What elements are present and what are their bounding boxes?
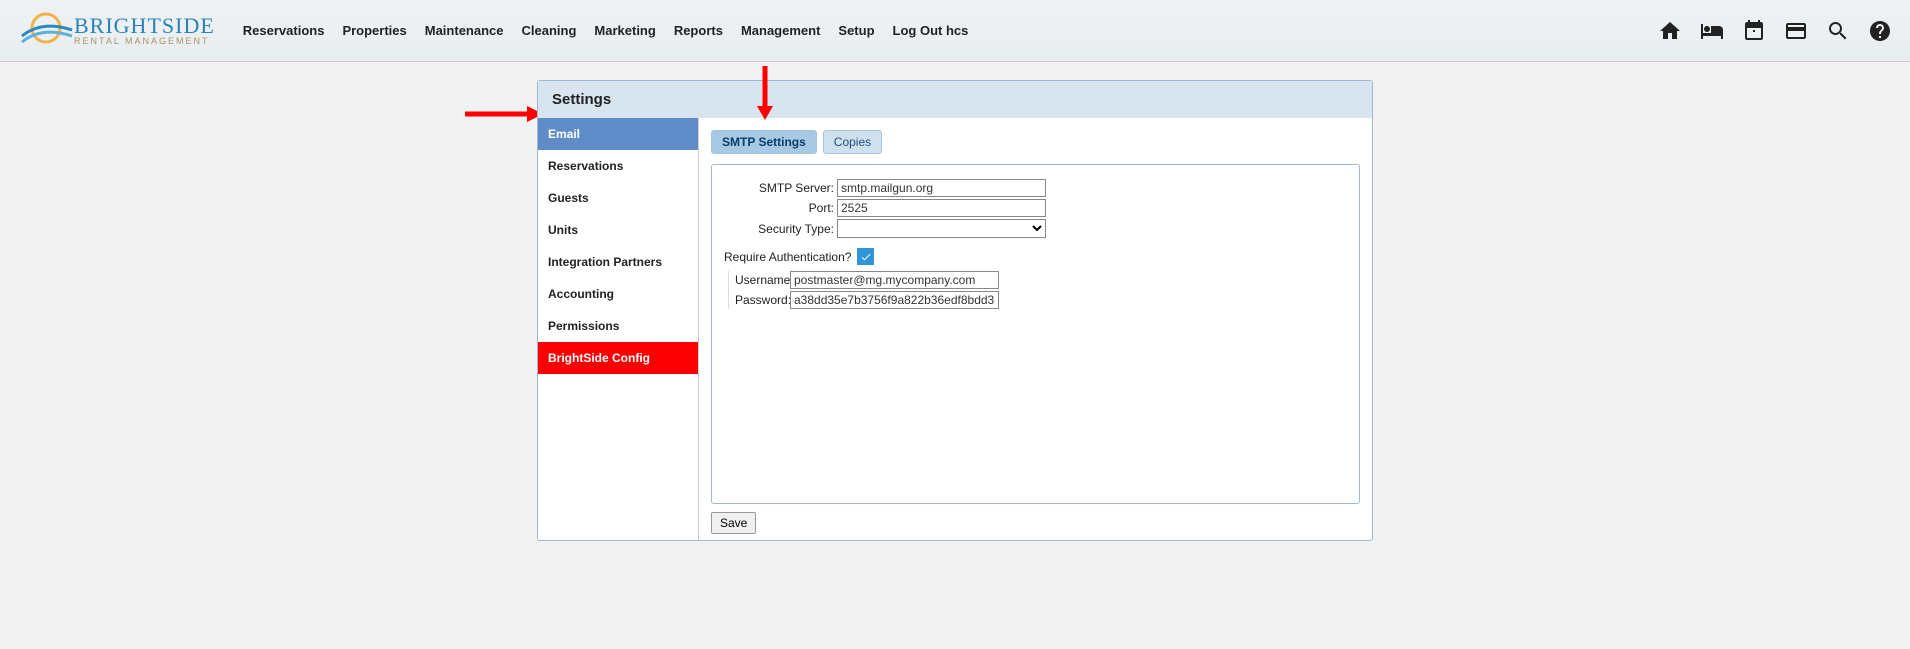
nav-properties[interactable]: Properties <box>342 23 406 38</box>
sidebar-item-permissions[interactable]: Permissions <box>538 310 698 342</box>
main-content: Settings Email Reservations Guests Units… <box>0 62 1910 541</box>
label-require-auth: Require Authentication? <box>724 250 851 264</box>
settings-panel: Settings Email Reservations Guests Units… <box>537 80 1373 541</box>
nav-cleaning[interactable]: Cleaning <box>522 23 577 38</box>
sidebar-item-integration-partners[interactable]: Integration Partners <box>538 246 698 278</box>
panel-title: Settings <box>538 81 1372 118</box>
nav-management[interactable]: Management <box>741 23 820 38</box>
label-username: Username: <box>735 273 790 287</box>
input-port[interactable] <box>837 199 1046 217</box>
tab-row: SMTP Settings Copies <box>711 130 1360 154</box>
label-security-type: Security Type: <box>724 222 837 236</box>
sidebar-item-accounting[interactable]: Accounting <box>538 278 698 310</box>
auth-fields: Username: Password: <box>728 271 1347 309</box>
input-smtp-server[interactable] <box>837 179 1046 197</box>
label-smtp-server: SMTP Server: <box>724 181 837 195</box>
checkbox-require-auth[interactable] <box>857 248 874 265</box>
sidebar-item-guests[interactable]: Guests <box>538 182 698 214</box>
input-username[interactable] <box>790 271 999 289</box>
save-button[interactable]: Save <box>711 512 756 534</box>
help-icon[interactable] <box>1868 19 1892 43</box>
select-security-type[interactable] <box>837 219 1046 238</box>
home-icon[interactable] <box>1658 19 1682 43</box>
logo-main-text: BRIGHTSIDE <box>74 15 215 37</box>
label-password: Password: <box>735 293 790 307</box>
sidebar-item-reservations[interactable]: Reservations <box>538 150 698 182</box>
main-nav: Reservations Properties Maintenance Clea… <box>243 23 969 38</box>
logo-sub-text: RENTAL MANAGEMENT <box>74 37 215 46</box>
tab-copies[interactable]: Copies <box>823 130 882 154</box>
header-icons <box>1658 19 1892 43</box>
nav-logout[interactable]: Log Out hcs <box>893 23 969 38</box>
calendar-icon[interactable] <box>1742 19 1766 43</box>
input-password[interactable] <box>790 291 999 309</box>
app-header: BRIGHTSIDE RENTAL MANAGEMENT Reservation… <box>0 0 1910 62</box>
logo[interactable]: BRIGHTSIDE RENTAL MANAGEMENT <box>16 6 215 56</box>
tab-smtp-settings[interactable]: SMTP Settings <box>711 130 817 154</box>
annotation-arrow-sidebar <box>465 106 543 122</box>
sidebar-item-email[interactable]: Email <box>538 118 698 150</box>
settings-content: SMTP Settings Copies SMTP Server: Port: … <box>699 118 1372 540</box>
settings-sidebar: Email Reservations Guests Units Integrat… <box>538 118 699 540</box>
nav-setup[interactable]: Setup <box>838 23 874 38</box>
nav-marketing[interactable]: Marketing <box>594 23 655 38</box>
search-icon[interactable] <box>1826 19 1850 43</box>
bed-icon[interactable] <box>1700 19 1724 43</box>
nav-reports[interactable]: Reports <box>674 23 723 38</box>
nav-reservations[interactable]: Reservations <box>243 23 325 38</box>
annotation-arrow-tab <box>757 66 773 125</box>
sidebar-item-brightside-config[interactable]: BrightSide Config <box>538 342 698 374</box>
smtp-form: SMTP Server: Port: Security Type: Requir… <box>711 164 1360 504</box>
card-icon[interactable] <box>1784 19 1808 43</box>
nav-maintenance[interactable]: Maintenance <box>425 23 504 38</box>
sidebar-item-units[interactable]: Units <box>538 214 698 246</box>
logo-icon <box>16 6 76 56</box>
label-port: Port: <box>724 201 837 215</box>
